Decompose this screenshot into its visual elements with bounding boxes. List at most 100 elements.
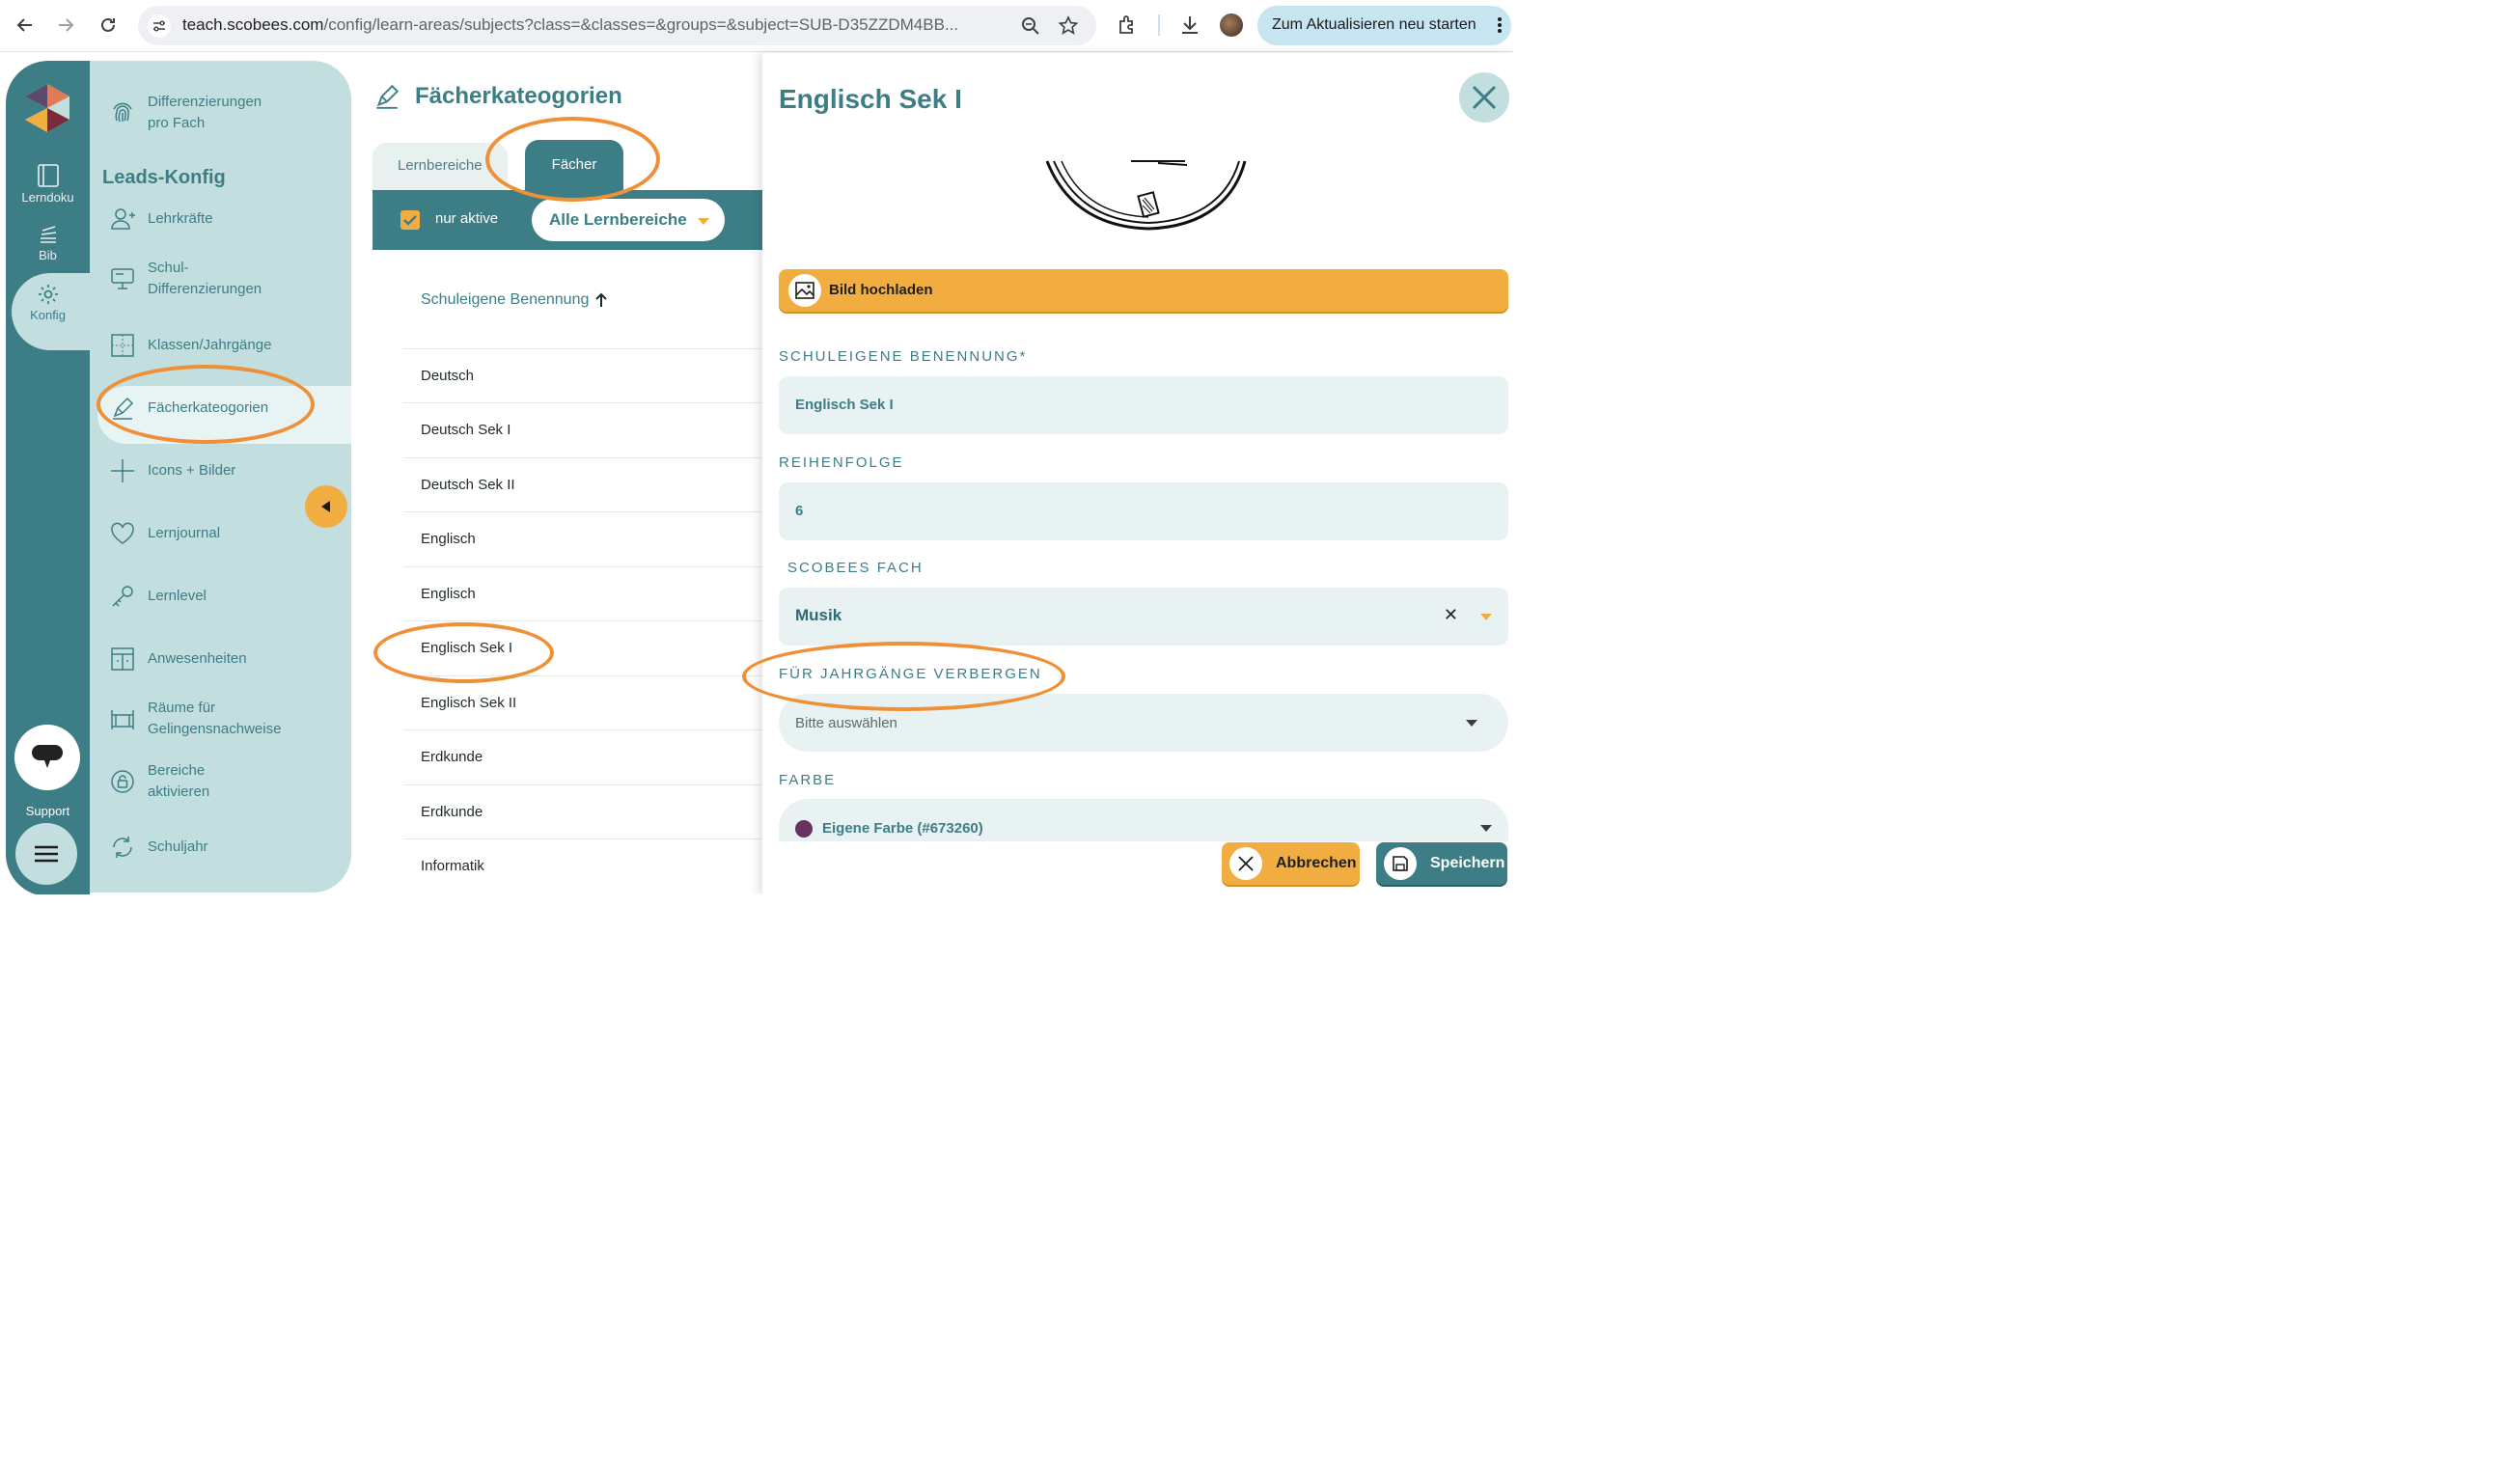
menu-item-faecherkategorien[interactable]: Fächerkateogorien	[109, 395, 268, 422]
download-icon[interactable]	[1178, 14, 1201, 37]
lock-icon	[111, 770, 134, 793]
hide-grades-select[interactable]: Bitte auswählen	[779, 694, 1508, 752]
upload-label: Bild hochladen	[829, 282, 933, 298]
close-button[interactable]	[1459, 72, 1509, 123]
menu-item-schul-differenzierungen[interactable]: Schul-Differenzierungen	[109, 258, 283, 300]
table-row[interactable]: Englisch Sek I	[403, 620, 762, 674]
menu-heading: Leads-Konfig	[102, 167, 226, 188]
name-input[interactable]: Englisch Sek I	[779, 376, 1508, 434]
menu-item-label: Schul-Differenzierungen	[148, 260, 262, 297]
only-active-label: nur aktive	[435, 210, 499, 227]
collapse-menu-button[interactable]	[305, 485, 347, 528]
dropdown-value: Alle Lernbereiche	[549, 210, 687, 229]
menu-item-klassen-jahrgaenge[interactable]: Klassen/Jahrgänge	[109, 332, 271, 359]
rail-item-konfig[interactable]: Konfig	[6, 283, 90, 322]
color-select[interactable]: Eigene Farbe (#673260)	[779, 799, 1508, 841]
color-swatch	[795, 820, 813, 838]
star-icon[interactable]	[1058, 15, 1079, 37]
menu-item-bereiche-aktivieren[interactable]: Bereiche aktivieren	[109, 760, 254, 803]
scobees-logo	[25, 84, 69, 132]
subject-image	[1045, 160, 1247, 231]
back-button[interactable]	[12, 12, 39, 39]
zoom-icon[interactable]	[1020, 15, 1041, 37]
menu-item-differenzierungen-pro-fach[interactable]: Differenzierungen pro Fach	[109, 92, 283, 134]
chevron-down-icon[interactable]	[1480, 825, 1492, 832]
table-row[interactable]: Deutsch	[403, 348, 762, 402]
hide-grades-placeholder: Bitte auswählen	[795, 715, 897, 731]
menu-item-lernjournal[interactable]: Lernjournal	[109, 520, 220, 547]
panel-title: Englisch Sek I	[779, 84, 962, 114]
more-vert-icon[interactable]	[1496, 15, 1504, 35]
menu-item-label: Klassen/Jahrgänge	[148, 337, 272, 353]
menu-item-anwesenheiten[interactable]: Anwesenheiten	[109, 646, 247, 673]
table-row[interactable]: Englisch Sek II	[403, 675, 762, 729]
menu-item-label: Icons + Bilder	[148, 462, 236, 479]
rail-label: Konfig	[30, 308, 66, 322]
only-active-checkbox[interactable]	[400, 210, 420, 230]
support-button[interactable]	[14, 725, 80, 790]
profile-avatar[interactable]	[1220, 14, 1243, 37]
table-row[interactable]: Erdkunde	[403, 729, 762, 783]
row-label: Informatik	[421, 858, 484, 874]
reload-button[interactable]	[95, 12, 122, 39]
menu-item-raeume-gelingensnachweise[interactable]: Räume für Gelingensnachweise	[109, 698, 302, 740]
support-label: Support	[25, 804, 70, 818]
save-button[interactable]: Speichern	[1376, 842, 1507, 885]
menu-item-label: Bereiche aktivieren	[148, 762, 210, 800]
color-select-value: Eigene Farbe (#673260)	[822, 820, 983, 837]
upload-image-button[interactable]: Bild hochladen	[779, 269, 1508, 312]
extensions-icon[interactable]	[1116, 14, 1139, 37]
table-row[interactable]: Deutsch Sek II	[403, 457, 762, 511]
restart-label: Zum Aktualisieren neu starten	[1272, 16, 1476, 33]
fingerprint-icon	[113, 102, 132, 123]
arrow-left-icon	[16, 18, 32, 32]
address-bar[interactable]: teach.scobees.com/config/learn-areas/sub…	[138, 6, 1096, 45]
menu-item-schuljahr[interactable]: Schuljahr	[109, 834, 208, 861]
url-path: /config/learn-areas/subjects?class=&clas…	[323, 15, 959, 34]
chat-bubble-icon	[32, 745, 63, 768]
learn-area-dropdown[interactable]: Alle Lernbereiche	[532, 199, 725, 241]
save-label: Speichern	[1430, 855, 1505, 871]
forward-button[interactable]	[52, 12, 79, 39]
tab-lernbereiche[interactable]: Lernbereiche	[373, 143, 508, 191]
rail-item-bib[interactable]: Bib	[6, 223, 90, 262]
table-row[interactable]: Erdkunde	[403, 784, 762, 838]
url-text[interactable]: teach.scobees.com/config/learn-areas/sub…	[182, 15, 958, 35]
name-input-value: Englisch Sek I	[795, 397, 894, 413]
subject-select-value: Musik	[795, 606, 842, 624]
browser-toolbar: teach.scobees.com/config/learn-areas/sub…	[0, 0, 1513, 52]
menu-item-icons-bilder[interactable]: Icons + Bilder	[109, 457, 235, 484]
rail-label: Lerndoku	[21, 190, 74, 205]
rail-item-lerndoku[interactable]: Lerndoku	[6, 163, 90, 205]
table-row[interactable]: Informatik	[403, 838, 762, 893]
tab-faecher[interactable]: Fächer	[525, 140, 623, 194]
room-icon	[111, 710, 134, 729]
menu-item-label: Schuljahr	[148, 838, 208, 855]
site-settings-icon[interactable]	[148, 14, 171, 38]
cycle-icon	[113, 837, 132, 858]
page-title: Fächerkateogorien	[373, 82, 622, 111]
cancel-button[interactable]: Abbrechen	[1222, 842, 1360, 885]
clear-icon[interactable]: ✕	[1444, 605, 1458, 625]
row-label: Englisch	[421, 586, 476, 602]
chevron-down-icon	[698, 218, 709, 225]
detail-panel: Englisch Sek I Bild hochladen SCHULEIGEN…	[762, 53, 1513, 894]
chevron-down-icon[interactable]	[1480, 614, 1492, 620]
column-header-name[interactable]: Schuleigene Benennung	[421, 291, 608, 309]
chevron-down-icon[interactable]	[1466, 720, 1477, 727]
table-row[interactable]: Englisch	[403, 566, 762, 620]
menu-item-lehrkraefte[interactable]: Lehrkräfte	[109, 206, 213, 233]
order-input[interactable]: 6	[779, 482, 1508, 540]
triangle-left-icon	[321, 501, 330, 512]
subject-select[interactable]: Musik ✕	[779, 588, 1508, 646]
page-title-text: Fächerkateogorien	[415, 83, 622, 109]
restart-button[interactable]: Zum Aktualisieren neu starten	[1257, 6, 1511, 45]
heart-icon	[111, 522, 134, 544]
icon-rail: Lerndoku Bib Konfig Support	[6, 61, 90, 894]
pen-icon	[376, 84, 400, 109]
menu-item-lernlevel[interactable]: Lernlevel	[109, 583, 207, 610]
table-row[interactable]: Deutsch Sek I	[403, 402, 762, 456]
library-icon	[40, 226, 56, 243]
table-row[interactable]: Englisch	[403, 511, 762, 565]
hamburger-menu-button[interactable]	[15, 823, 77, 885]
